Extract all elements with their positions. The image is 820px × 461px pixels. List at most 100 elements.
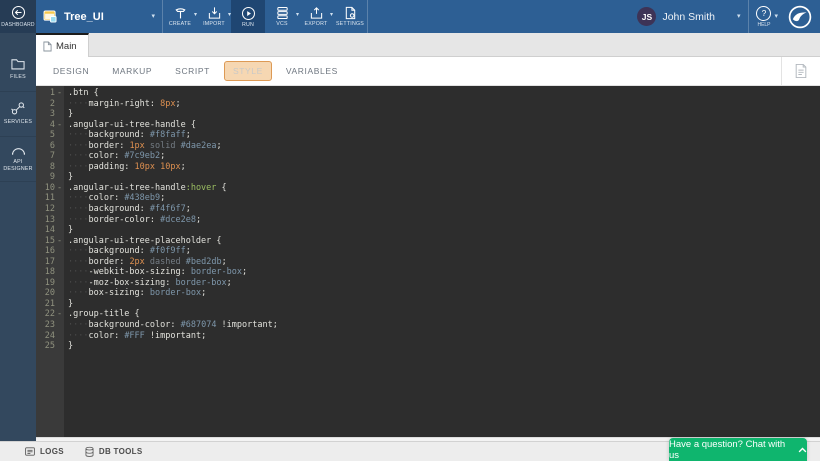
code-line: 5 ····background: #f8faff;	[36, 130, 820, 141]
page-icon	[43, 41, 52, 52]
token: ;	[186, 246, 191, 256]
project-selector[interactable]: Tree_UI ▾	[36, 0, 163, 33]
logs-icon	[24, 446, 36, 457]
bottombar-item-label: DB TOOLS	[99, 447, 143, 456]
code-text: ····color: #438eb9;	[64, 193, 165, 204]
chat-widget[interactable]: Have a question? Chat with us	[669, 438, 807, 461]
token: #7c9eb2	[124, 151, 160, 161]
token: .group-title {	[68, 309, 140, 319]
fold-gutter	[55, 204, 64, 215]
fold-toggle-icon[interactable]: -	[55, 120, 64, 131]
fold-toggle-icon[interactable]: -	[55, 309, 64, 320]
menu-item-create[interactable]: CREATE▾	[163, 0, 197, 33]
sidebar-item-dashboard[interactable]: DASHBOARD	[0, 0, 36, 33]
line-number: 25	[36, 341, 55, 352]
token: ;	[196, 215, 201, 225]
line-number: 19	[36, 278, 55, 289]
fold-gutter	[55, 246, 64, 257]
token: ;	[186, 130, 191, 140]
token: #dae2ea	[181, 141, 217, 151]
menu-item-import[interactable]: IMPORT▾	[197, 0, 231, 33]
fold-gutter	[55, 225, 64, 236]
menu-item-settings[interactable]: SETTINGS	[333, 0, 367, 33]
app-window: DASHBOARD Tree_UI ▾ CREATE▾IMPORT▾RUNVCS…	[0, 0, 820, 461]
menu-item-label: IMPORT	[203, 21, 225, 27]
wavemaker-logo	[785, 0, 820, 33]
code-line: 2····margin-right: 8px;	[36, 99, 820, 110]
user-menu[interactable]: JS John Smith ▾	[629, 0, 748, 33]
code-text: ····box-sizing: border-box;	[64, 288, 206, 299]
code-text: }	[64, 109, 73, 120]
caret-down-icon: ▾	[737, 13, 741, 20]
sidebar-item-services[interactable]: SERVICES	[0, 92, 36, 137]
sidebar-item-files[interactable]: FILES	[0, 47, 36, 92]
code-line: 7····color: #7c9eb2;	[36, 151, 820, 162]
tab-main[interactable]: Main	[36, 33, 89, 57]
code-line: 17····border: 2px dashed #bed2db;	[36, 257, 820, 268]
subtab-script[interactable]: SCRIPT	[166, 61, 219, 81]
help-label: HELP	[757, 22, 770, 28]
fold-gutter	[55, 257, 64, 268]
code-text: ····background: #f8faff;	[64, 130, 191, 141]
api-arc-icon	[10, 145, 27, 156]
subtab-variables[interactable]: VARIABLES	[277, 61, 347, 81]
token: background-color:	[88, 320, 180, 330]
line-number: 20	[36, 288, 55, 299]
sidebar-item-label: SERVICES	[4, 119, 32, 126]
code-line: 20 ····box-sizing: border-box;	[36, 288, 820, 299]
readme-button[interactable]	[781, 57, 820, 85]
code-line: 9}	[36, 172, 820, 183]
indent-whitespace: ····	[68, 141, 88, 151]
token: ;	[160, 193, 165, 203]
line-number: 15	[36, 236, 55, 247]
token: border-box	[175, 278, 226, 288]
fold-gutter	[55, 172, 64, 183]
chat-label: Have a question? Chat with us	[669, 439, 789, 461]
token: ;	[186, 204, 191, 214]
bottombar-item-logs[interactable]: LOGS	[24, 446, 64, 457]
fold-gutter	[55, 320, 64, 331]
token: color:	[88, 331, 124, 341]
code-editor[interactable]: 1-.btn {2····margin-right: 8px;3}4-.angu…	[36, 86, 820, 437]
token: ;	[227, 278, 232, 288]
line-number: 5	[36, 130, 55, 141]
token: }	[68, 172, 73, 182]
fold-toggle-icon[interactable]: -	[55, 236, 64, 247]
indent-whitespace: ····	[68, 246, 88, 256]
fold-toggle-icon[interactable]: -	[55, 88, 64, 99]
line-number: 21	[36, 299, 55, 310]
token: #bed2db	[186, 257, 222, 267]
token: .btn {	[68, 88, 99, 98]
code-text: .group-title {	[64, 309, 140, 320]
fold-gutter	[55, 299, 64, 310]
line-number: 17	[36, 257, 55, 268]
wave-logo-icon	[788, 5, 812, 29]
menu-item-label: RUN	[242, 22, 254, 28]
sidebar-item-api-designer[interactable]: API DESIGNER	[0, 137, 36, 182]
fold-toggle-icon[interactable]: -	[55, 183, 64, 194]
code-line: 19····-moz-box-sizing: border-box;	[36, 278, 820, 289]
subtab-markup[interactable]: MARKUP	[103, 61, 161, 81]
topbar-menu: CREATE▾IMPORT▾ RUN VCS▾EXPORT▾SETTINGS	[163, 0, 368, 33]
menu-item-vcs[interactable]: VCS▾	[265, 0, 299, 33]
bottombar-item-db-tools[interactable]: DB TOOLS	[84, 446, 143, 458]
token: solid	[145, 141, 181, 151]
avatar: JS	[637, 7, 656, 26]
subtab-design[interactable]: DESIGN	[44, 61, 98, 81]
help-menu[interactable]: ? HELP ▾	[748, 0, 785, 33]
code-line: 14}	[36, 225, 820, 236]
line-number: 22	[36, 309, 55, 320]
user-name: John Smith	[662, 11, 715, 23]
token: #f4f6f7	[150, 204, 186, 214]
run-icon	[241, 6, 256, 21]
indent-whitespace: ····	[68, 99, 88, 109]
menu-item-export[interactable]: EXPORT▾	[299, 0, 333, 33]
code-text: ····background-color: #687074 !important…	[64, 320, 278, 331]
token: 1px	[129, 141, 144, 151]
line-number: 10	[36, 183, 55, 194]
menu-item-run[interactable]: RUN	[231, 0, 265, 33]
fold-gutter	[55, 151, 64, 162]
token: #f0f9ff	[150, 246, 186, 256]
token: padding:	[88, 162, 134, 172]
subtab-style[interactable]: STYLE	[224, 61, 272, 81]
